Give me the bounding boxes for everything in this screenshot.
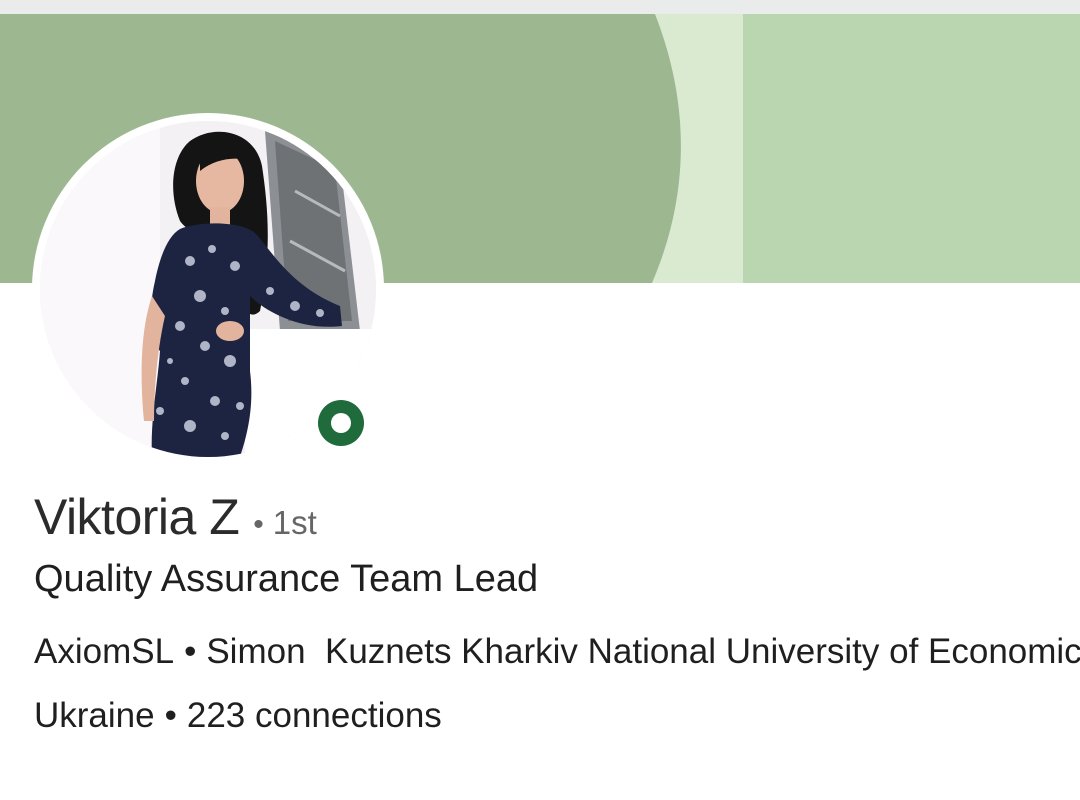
profile-card: Viktoria Z • 1st Quality Assurance Team … bbox=[0, 0, 1080, 800]
degree-separator: • bbox=[253, 508, 264, 541]
connections-count[interactable]: 223 connections bbox=[187, 696, 442, 735]
organization-line: AxiomSL • Simon Kuznets Kharkiv National U… bbox=[34, 629, 1080, 674]
top-divider bbox=[0, 0, 1080, 14]
location-line: Ukraine • 223 connections bbox=[34, 696, 1044, 736]
connection-degree: 1st bbox=[272, 504, 317, 541]
org-separator: • bbox=[184, 632, 197, 671]
profile-headline: Quality Assurance Team Lead bbox=[34, 558, 539, 600]
profile-info: Viktoria Z • 1st Quality Assurance Team … bbox=[34, 488, 1080, 736]
online-status-badge bbox=[312, 394, 370, 452]
online-status-ring-icon bbox=[318, 400, 364, 446]
education-school[interactable]: Simon Kuznets Kharkiv National Universit… bbox=[206, 632, 1080, 671]
location-separator: • bbox=[164, 696, 177, 735]
profile-location: Ukraine bbox=[34, 696, 155, 735]
current-company[interactable]: AxiomSL bbox=[34, 632, 174, 671]
name-row: Viktoria Z • 1st bbox=[34, 488, 1044, 546]
profile-name: Viktoria Z bbox=[34, 489, 240, 545]
